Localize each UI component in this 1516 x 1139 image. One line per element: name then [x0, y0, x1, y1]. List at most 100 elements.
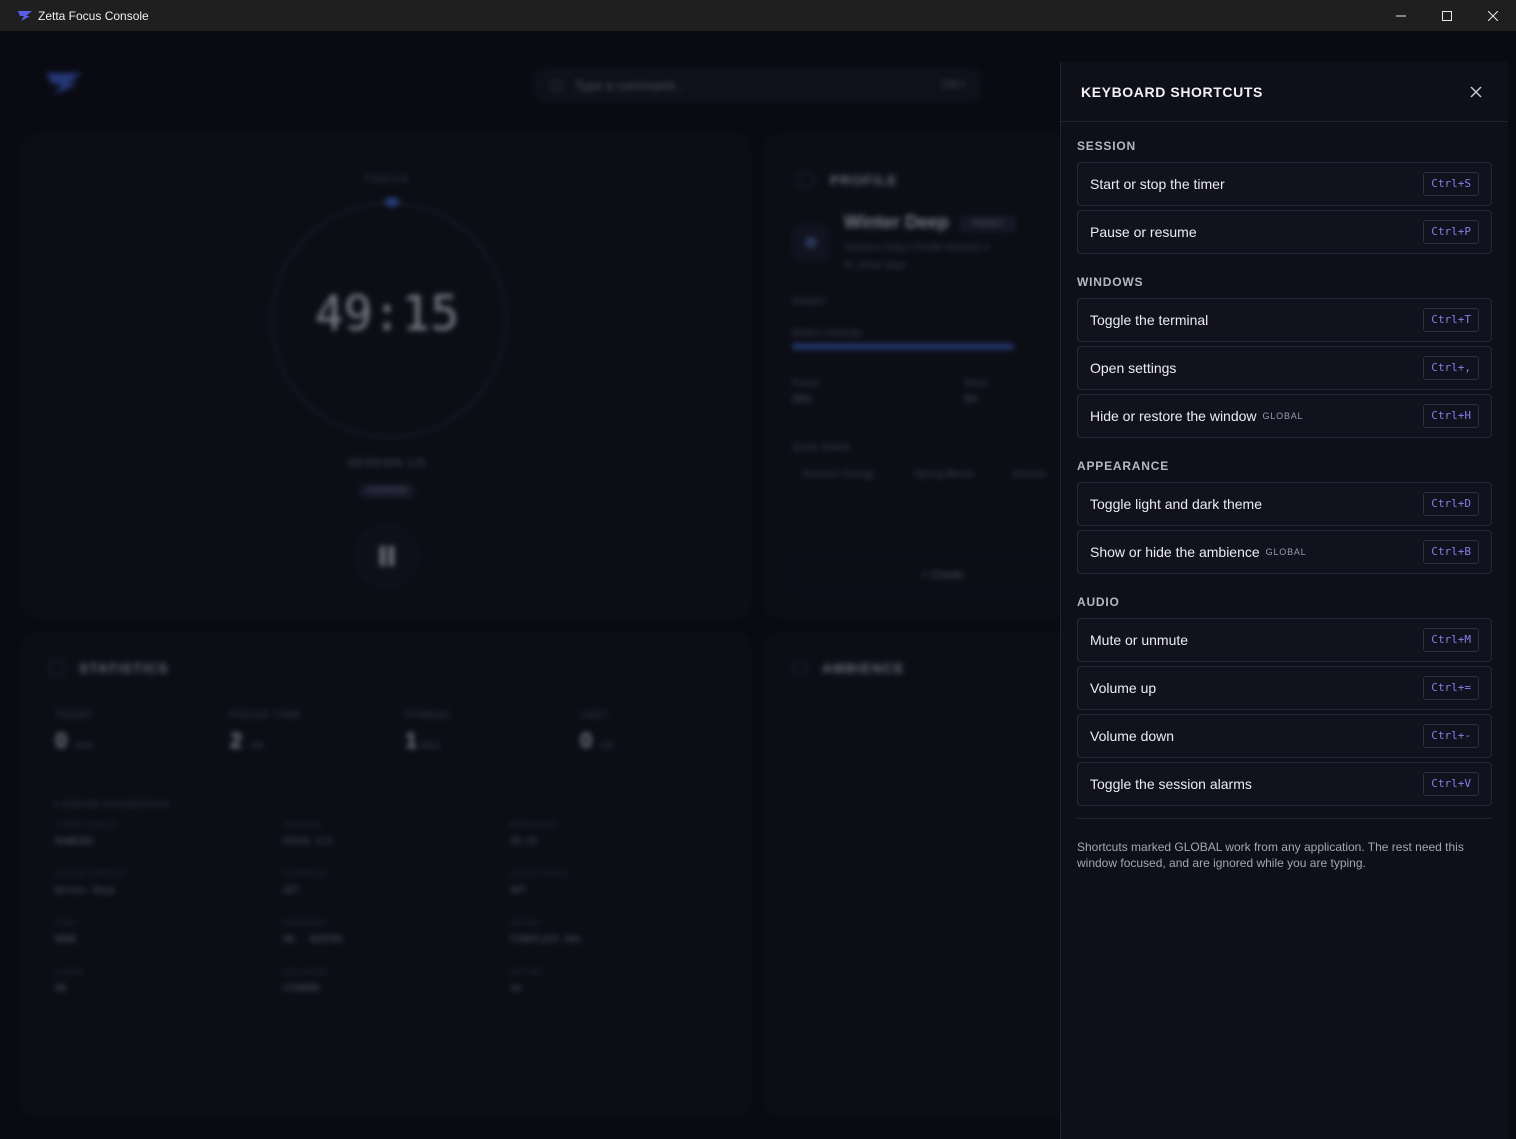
- diag-item: ALARM ON: [55, 969, 85, 994]
- short-break-value: 5m: [964, 394, 978, 405]
- stat-last: LAST 0 min: [570, 700, 732, 768]
- shortcut-row: Toggle the terminal Ctrl+T: [1077, 298, 1492, 342]
- diag-item: SESSION FOCUS 1/3: [283, 822, 332, 847]
- diag-item: TASK NONE: [55, 920, 77, 945]
- command-placeholder: Type a command...: [574, 77, 685, 93]
- chip-autumn[interactable]: Autumn: [1012, 462, 1046, 488]
- shortcut-row: Hide or restore the window GLOBAL Ctrl+H: [1077, 394, 1492, 438]
- shortcut-label: Pause or resume: [1090, 224, 1197, 240]
- stat-value: 0: [580, 728, 593, 753]
- shortcut-keys: Ctrl+-: [1423, 724, 1479, 748]
- override-badge: OVERRIDE: [359, 484, 415, 498]
- close-icon: [1470, 85, 1482, 98]
- preset-badge: PRESET: [960, 216, 1016, 232]
- diag-item: UPTIME 3m: [510, 969, 543, 994]
- shortcut-row: Open settings Ctrl+,: [1077, 346, 1492, 390]
- panel-footer: Shortcuts marked GLOBAL work from any ap…: [1077, 818, 1492, 871]
- stat-unit: days: [421, 740, 441, 750]
- section-title: SESSION: [1077, 139, 1136, 153]
- quick-switch-label: Quick Switch: [792, 442, 850, 453]
- shortcut-label: Show or hide the ambience: [1090, 544, 1260, 560]
- create-profile-button[interactable]: + Create: [792, 556, 1092, 592]
- focus-label: FOCUS: [364, 174, 410, 185]
- shortcut-section-audio: AUDIO Mute or unmute Ctrl+M Volume up Ctrl+=…: [1061, 578, 1508, 806]
- window-title: Zetta Focus Console: [38, 8, 149, 23]
- close-icon: [1488, 10, 1498, 21]
- ambience-title: AMBIENCE: [822, 660, 905, 676]
- shortcut-keys: Ctrl+T: [1423, 308, 1479, 332]
- stat-unit: min: [250, 740, 265, 750]
- diag-item: REMAINING 49:15: [510, 822, 559, 847]
- stat-label: LAST: [580, 710, 610, 721]
- shortcut-keys: Ctrl+=: [1423, 676, 1479, 700]
- app-logo-large-icon: [46, 73, 82, 95]
- pause-button[interactable]: [355, 524, 419, 588]
- session-label: SESSION 1/3: [348, 458, 426, 469]
- season-label: Season: [792, 296, 826, 307]
- motion-intensity-slider[interactable]: [792, 344, 1014, 349]
- shortcut-keys: Ctrl+H: [1423, 404, 1479, 428]
- shortcut-row: Volume down Ctrl+-: [1077, 714, 1492, 758]
- focus-duration-label: Focus: [792, 378, 820, 389]
- section-title: WINDOWS: [1077, 275, 1144, 289]
- shortcut-row: Volume up Ctrl+=: [1077, 666, 1492, 710]
- section-title: APPEARANCE: [1077, 459, 1170, 473]
- snowflake-icon: ❄: [792, 224, 830, 262]
- diagnostics-title[interactable]: ▸ ENGINE DIAGNOSTICS: [55, 800, 169, 809]
- panel-title: KEYBOARD SHORTCUTS: [1081, 83, 1263, 100]
- diag-item: DEV MODE STANDBY: [283, 969, 329, 994]
- pause-icon: [380, 546, 385, 566]
- ambience-card: AMBIENCE: [765, 633, 1085, 1115]
- diag-item: SOUND FIREPLACE 50%: [510, 920, 581, 945]
- maximize-icon: [1442, 10, 1452, 21]
- chart-icon: [49, 660, 65, 676]
- shortcut-row: Mute or unmute Ctrl+M: [1077, 618, 1492, 662]
- app-main: ▢ Type a command... Ctrl I FOCUS 49:15 S…: [0, 31, 1516, 1139]
- shortcut-section-appearance: APPEARANCE Toggle light and dark theme Ctr…: [1061, 442, 1508, 574]
- shortcut-label: Start or stop the timer: [1090, 176, 1225, 192]
- stat-unit: sess: [75, 740, 94, 750]
- section-title: AUDIO: [1077, 595, 1120, 609]
- statistics-title: STATISTICS: [79, 660, 169, 676]
- shortcut-sections: SESSION Start or stop the timer Ctrl+S Paus…: [1061, 122, 1508, 806]
- minimize-button[interactable]: [1378, 0, 1424, 31]
- command-bar[interactable]: ▢ Type a command... Ctrl I: [535, 69, 980, 101]
- stat-value: 0: [55, 728, 68, 753]
- shortcut-keys: Ctrl+M: [1423, 628, 1479, 652]
- statistics-card: STATISTICS TODAY 0 sess FOCUS TIME 2 min…: [22, 633, 750, 1115]
- shortcut-row: Show or hide the ambience GLOBAL Ctrl+B: [1077, 530, 1492, 574]
- maximize-button[interactable]: [1424, 0, 1470, 31]
- diag-item: AMBIENCE ON · WINTER: [283, 920, 343, 945]
- stat-value: 1: [405, 728, 418, 753]
- minimize-icon: [1396, 15, 1406, 16]
- stat-unit: min: [600, 740, 615, 750]
- timer-ring-dot: [385, 198, 399, 206]
- shortcut-label: Hide or restore the window: [1090, 408, 1257, 424]
- chip-summer-energy[interactable]: Summer Energy: [802, 462, 874, 488]
- shortcut-label: Volume down: [1090, 728, 1175, 744]
- shortcut-keys: Ctrl+P: [1423, 220, 1479, 244]
- app-logo-icon: [18, 10, 32, 21]
- chip-spring-bloom[interactable]: Spring Bloom: [914, 462, 974, 488]
- shortcut-row: Toggle light and dark theme Ctrl+D: [1077, 482, 1492, 526]
- motion-label: Motion Intensity: [792, 328, 863, 339]
- close-panel-button[interactable]: [1464, 80, 1488, 104]
- shortcut-label: Mute or unmute: [1090, 632, 1189, 648]
- profile-meta: Sessions Today 0 Profile Sessions 4: [844, 242, 989, 252]
- stat-today: TODAY 0 sess: [45, 700, 207, 768]
- shortcut-keys: Ctrl+D: [1423, 492, 1479, 516]
- profile-icon: [798, 172, 814, 188]
- profile-title: PROFILE: [830, 172, 898, 188]
- shortcut-keys: Ctrl+S: [1423, 172, 1479, 196]
- global-tag: GLOBAL: [1265, 547, 1307, 557]
- profile-id: ID: winter-deep: [844, 260, 906, 270]
- command-icon: ▢: [550, 77, 563, 92]
- panel-header: KEYBOARD SHORTCUTS: [1061, 62, 1508, 122]
- shortcut-label: Toggle the terminal: [1090, 312, 1209, 328]
- short-break-label: Short: [964, 378, 988, 389]
- shortcut-keys: Ctrl+,: [1423, 356, 1479, 380]
- shortcut-label: Toggle light and dark theme: [1090, 496, 1262, 512]
- stat-label: FOCUS TIME: [230, 710, 302, 721]
- close-window-button[interactable]: [1470, 0, 1516, 31]
- shortcut-section-windows: WINDOWS Toggle the terminal Ctrl+T Open set…: [1061, 258, 1508, 438]
